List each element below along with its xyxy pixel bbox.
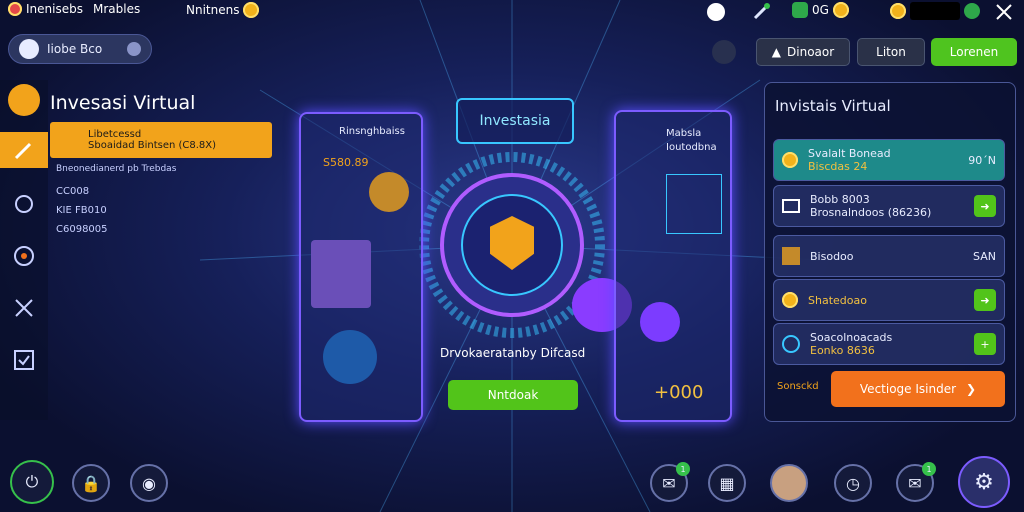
gauge-button[interactable]: ◷ (834, 464, 872, 502)
sidebar-item-active[interactable] (0, 132, 48, 168)
camera-button[interactable]: ◉ (130, 464, 168, 502)
tag-icon[interactable] (8, 84, 40, 116)
featured-card[interactable]: Libetcessd Sboaidad Bintsen (C8.8X) (50, 122, 272, 158)
list-item[interactable]: CC008 (56, 182, 108, 201)
smiley-icon[interactable] (707, 3, 725, 21)
top-bar: Inenisebs Mrables Nnitnens 0G (0, 0, 1024, 24)
inbox-icon: ✉ (908, 473, 922, 493)
list-item[interactable]: Soacolnoacads Eonko 8636 + (773, 323, 1005, 365)
satellite-icon[interactable] (8, 188, 40, 220)
trophy-icon (782, 152, 798, 168)
main-title: Investasia (456, 98, 574, 144)
power-icon: ⏻ (25, 472, 39, 491)
mail-icon: ✉ (662, 473, 676, 493)
chest-icon (782, 247, 800, 265)
left-sidebar (0, 80, 48, 420)
footer-label: Sonsckd (777, 381, 819, 392)
list-item[interactable]: Bobb 8003 Brosnalndoos (86236) ➜ (773, 185, 1005, 227)
inbox-button[interactable]: ✉ 1 (896, 462, 936, 502)
coin-icon (890, 3, 906, 19)
chevron-right-icon: ❯ (966, 382, 977, 396)
menu-icon (19, 39, 39, 59)
left-list: CC008 KIE FB010 C6098005 (56, 182, 108, 239)
top-center-label: Nnitnens (186, 2, 260, 18)
list-item[interactable]: KIE FB010 (56, 201, 108, 220)
close-icon[interactable] (994, 2, 1014, 22)
bank-icon (311, 240, 371, 308)
globe-icon[interactable] (712, 40, 736, 64)
logo-icon (8, 2, 22, 16)
user-pill[interactable]: Iiobe Bco (8, 34, 152, 64)
right-panel-title: Invistais Virtual (775, 97, 891, 115)
currency-bar (890, 2, 980, 20)
cta-button[interactable]: Vectioge Isinder ❯ (831, 371, 1005, 407)
center-left-card: Rinsnghbaiss S580.89 (299, 112, 423, 422)
list-item[interactable]: Shatedoao ➜ (773, 279, 1005, 321)
wand-icon[interactable] (752, 3, 770, 21)
swirl-icon (782, 335, 800, 353)
globe-graphic (323, 330, 377, 384)
list-item[interactable]: Bisodoo SAN (773, 235, 1005, 277)
camera-icon: ◉ (142, 473, 156, 493)
liton-button[interactable]: Liton (857, 38, 925, 66)
plus-button[interactable]: + (974, 333, 996, 355)
coin-icon (832, 2, 849, 18)
amount: +000 (654, 382, 704, 403)
gear-coin-icon (782, 292, 798, 308)
primary-action-button[interactable]: Nntdoak (448, 380, 578, 410)
target-icon[interactable] (8, 240, 40, 272)
shield-icon (490, 216, 534, 270)
chart-icon (666, 174, 722, 234)
gear-icon: ⚙ (974, 469, 994, 495)
arrow-button[interactable]: ➜ (974, 289, 996, 311)
user-icon: ▲ (771, 45, 782, 59)
settings-dot-icon (127, 42, 141, 56)
power-button[interactable]: ⏻ (10, 460, 54, 504)
ticket-icon (782, 199, 800, 213)
center-caption: Drvokaeratanby Difcasd (440, 346, 586, 360)
mail-button[interactable]: ✉ 1 (650, 462, 690, 502)
grid-button[interactable]: ▦ (708, 464, 746, 502)
coin-icon (243, 2, 260, 18)
app-title: Inenisebs Mrables (8, 2, 140, 16)
badge-icon (640, 302, 680, 342)
gauge-icon: ◷ (846, 473, 860, 493)
list-item[interactable]: Svalalt Bonead Biscdas 24 90´N (773, 139, 1005, 181)
checklist-icon[interactable] (8, 344, 40, 376)
list-item[interactable]: C6098005 (56, 220, 108, 239)
left-note: Bneonedianerd pb Trebdas (56, 164, 177, 174)
medal-icon (369, 172, 409, 212)
lock-button[interactable]: 🔒 (72, 464, 110, 502)
avatar[interactable] (770, 464, 808, 502)
gem-icon (792, 2, 808, 18)
plus-icon[interactable] (964, 3, 980, 19)
dinoaor-button[interactable]: ▲ Dinoaor (756, 38, 850, 66)
arrow-button[interactable]: ➜ (974, 195, 996, 217)
pencil-icon (14, 142, 32, 160)
gem-counter: 0G (792, 2, 849, 18)
left-panel-title: Invesasi Virtual (50, 92, 196, 114)
center-right-card: Mabsla Ioutodbna +000 (614, 110, 732, 422)
tools-icon[interactable] (8, 292, 40, 324)
settings-button[interactable]: ⚙ (958, 456, 1010, 508)
grid-icon: ▦ (719, 473, 735, 493)
right-panel: Invistais Virtual Svalalt Bonead Biscdas … (764, 82, 1016, 422)
lorenen-button[interactable]: Lorenen (931, 38, 1017, 66)
lock-icon: 🔒 (81, 473, 101, 493)
